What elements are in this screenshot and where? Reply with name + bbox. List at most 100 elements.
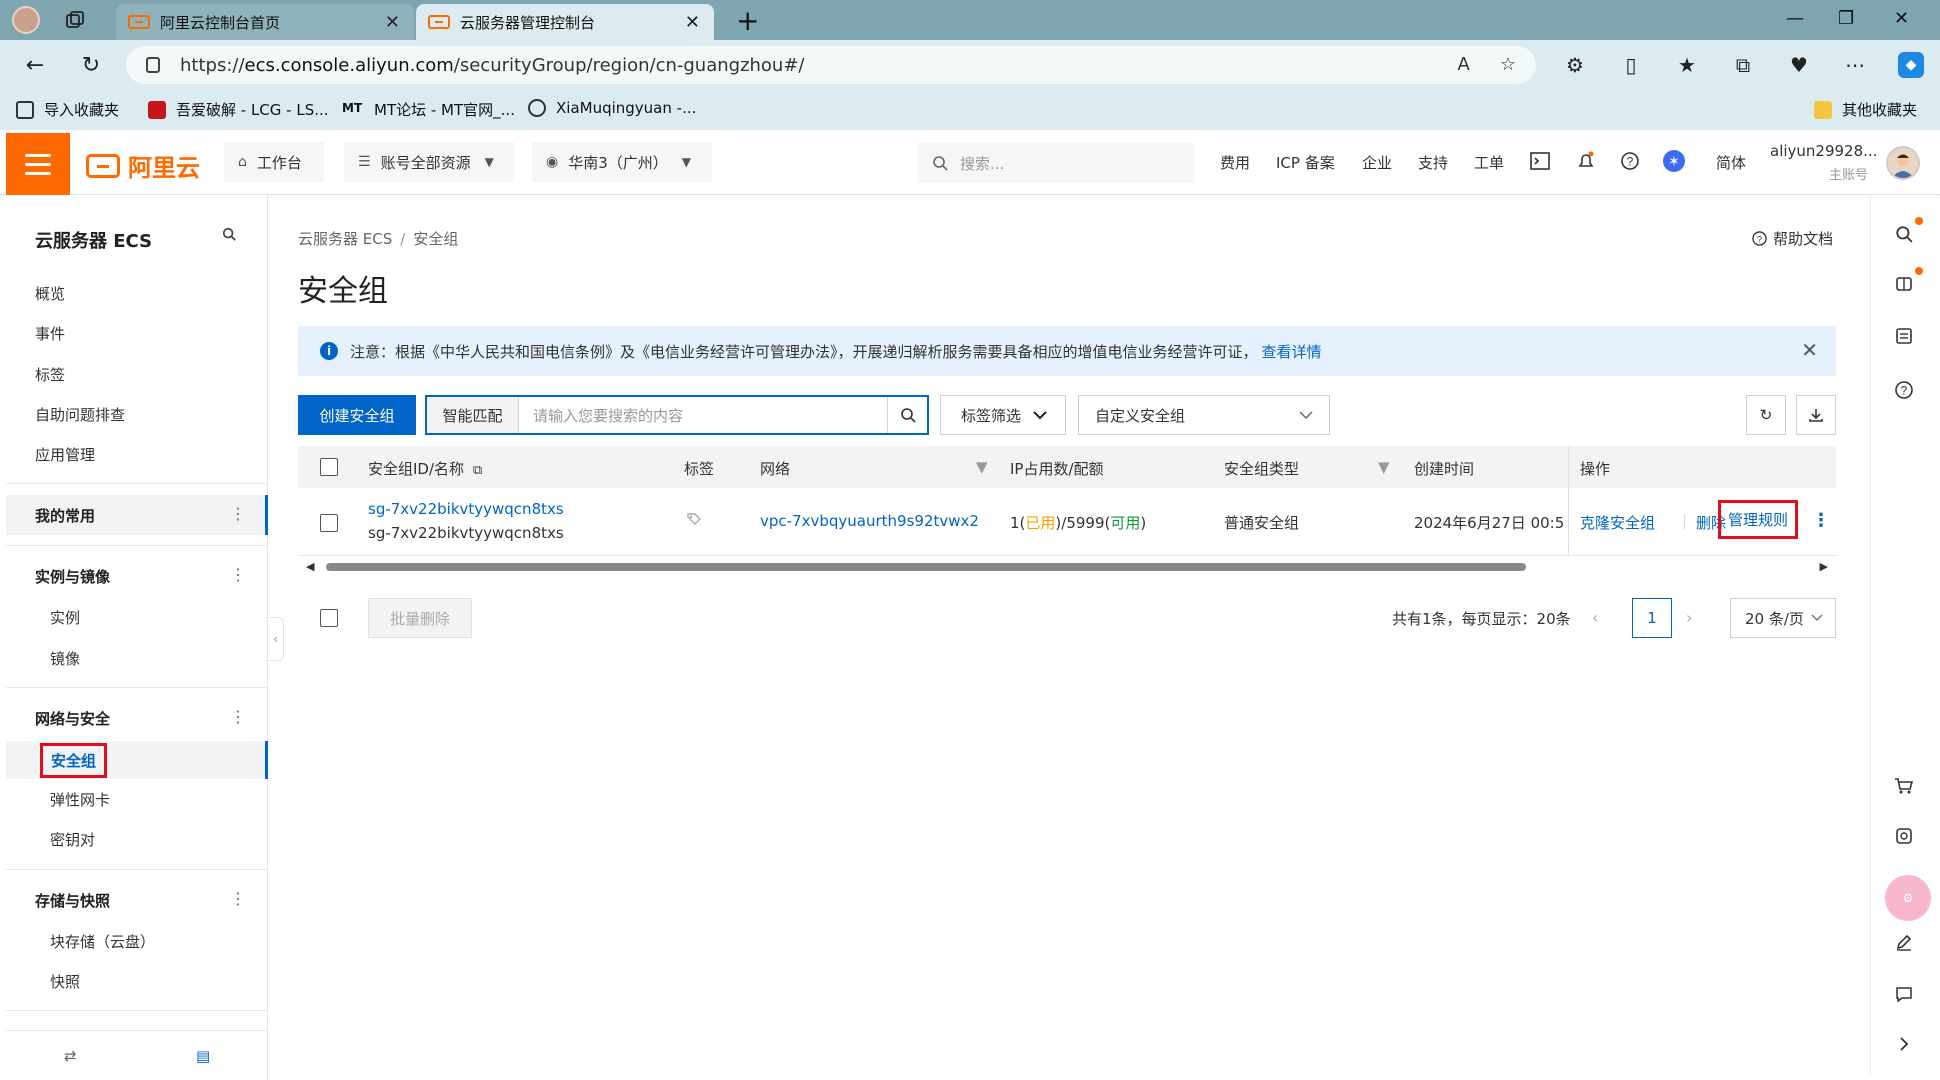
bookmark-import[interactable]: 导入收藏夹 bbox=[16, 99, 119, 120]
menu-icon[interactable] bbox=[6, 133, 70, 195]
sg-id-link[interactable]: sg-7xv22bikvtyywqcn8txs bbox=[368, 500, 564, 518]
read-aloud-icon[interactable]: A bbox=[1458, 54, 1470, 75]
bookmark-other-folder[interactable]: 其他收藏夹 bbox=[1814, 99, 1917, 120]
export-button[interactable] bbox=[1796, 395, 1836, 435]
split-screen-icon[interactable]: ▯ bbox=[1618, 52, 1644, 78]
sidebar-item-tags[interactable]: 标签 bbox=[35, 364, 65, 385]
vpc-link[interactable]: vpc-7xvbqyuaurth9s92tvwx2 bbox=[760, 512, 979, 530]
scroll-right-icon[interactable]: ▶ bbox=[1820, 560, 1828, 573]
message-icon[interactable]: ▤ bbox=[196, 1047, 210, 1065]
topbar-link-support[interactable]: 支持 bbox=[1418, 152, 1448, 173]
rail-feedback-icon[interactable] bbox=[1891, 981, 1917, 1007]
favorite-star-icon[interactable]: ☆ bbox=[1500, 54, 1516, 75]
favorites-icon[interactable]: ★ bbox=[1674, 52, 1700, 78]
more-vertical-icon[interactable]: ⋮ bbox=[230, 565, 246, 584]
rail-list-icon[interactable] bbox=[1891, 323, 1917, 349]
resource-group-dropdown[interactable]: ☰ 账号全部资源 ▼ bbox=[344, 142, 514, 182]
next-page-icon[interactable]: › bbox=[1686, 608, 1692, 627]
sidebar-item-app-management[interactable]: 应用管理 bbox=[35, 444, 95, 465]
switch-icon[interactable]: ⇄ bbox=[64, 1047, 77, 1065]
rail-edit-icon[interactable] bbox=[1891, 929, 1917, 955]
sidebar-item-block-storage[interactable]: 块存储（云盘） bbox=[50, 931, 155, 952]
browser-tab-home[interactable]: 阿里云控制台首页 ✕ bbox=[116, 4, 414, 40]
close-tab-icon[interactable]: ✕ bbox=[685, 12, 700, 33]
prev-page-icon[interactable]: ‹ bbox=[1592, 608, 1598, 627]
search-input[interactable]: 请输入您要搜索的内容 bbox=[519, 397, 887, 433]
profile-avatar[interactable] bbox=[12, 6, 40, 34]
refresh-button[interactable]: ↻ bbox=[1746, 395, 1786, 435]
custom-sg-dropdown[interactable]: 自定义安全组 bbox=[1078, 395, 1330, 435]
help-icon[interactable]: ? bbox=[1618, 149, 1642, 173]
search-icon[interactable] bbox=[887, 397, 927, 433]
copilot-icon[interactable]: ◆ bbox=[1898, 52, 1924, 78]
ai-assistant-icon[interactable]: ✶ bbox=[1662, 149, 1686, 173]
scroll-left-icon[interactable]: ◀ bbox=[306, 560, 314, 573]
browser-tab-ecs[interactable]: 云服务器管理控制台 ✕ bbox=[416, 4, 714, 40]
clone-sg-link[interactable]: 克隆安全组 bbox=[1580, 512, 1655, 533]
manage-rules-link[interactable]: 管理规则 bbox=[1718, 500, 1799, 539]
rail-app-icon[interactable] bbox=[1891, 823, 1917, 849]
more-vertical-icon[interactable]: ⋮ bbox=[230, 504, 246, 523]
aliyun-logo[interactable]: 阿里云 bbox=[86, 148, 200, 183]
region-dropdown[interactable]: ◉ 华南3（广州） ▼ bbox=[532, 142, 712, 182]
more-vertical-icon[interactable]: ⋮ bbox=[230, 707, 246, 726]
sidebar-item-events[interactable]: 事件 bbox=[35, 323, 65, 344]
rail-search-icon[interactable] bbox=[1891, 221, 1917, 247]
sidebar-item-security-group[interactable]: 安全组 bbox=[40, 743, 108, 778]
rail-ai-assistant-icon[interactable]: ⚙ bbox=[1885, 875, 1931, 921]
rail-book-icon[interactable] bbox=[1891, 271, 1917, 297]
sidebar-item-snapshots[interactable]: 快照 bbox=[50, 971, 80, 992]
page-size-select[interactable]: 20 条/页 bbox=[1730, 598, 1836, 638]
restore-icon[interactable]: ❐ bbox=[1838, 8, 1854, 29]
page-number-current[interactable]: 1 bbox=[1632, 598, 1672, 638]
rail-cart-icon[interactable] bbox=[1891, 773, 1917, 799]
help-doc-link[interactable]: ? 帮助文档 bbox=[1752, 228, 1833, 249]
notice-detail-link[interactable]: 查看详情 bbox=[1262, 341, 1322, 362]
copy-icon[interactable]: ⧉ bbox=[473, 463, 482, 478]
filter-icon[interactable]: ▼ bbox=[1378, 458, 1390, 476]
tag-filter-dropdown[interactable]: 标签筛选 bbox=[940, 395, 1066, 435]
extensions-icon[interactable]: ⚙ bbox=[1562, 52, 1588, 78]
close-icon[interactable]: ✕ bbox=[1801, 338, 1818, 362]
filter-icon[interactable]: ▼ bbox=[976, 458, 988, 476]
create-security-group-button[interactable]: 创建安全组 bbox=[298, 395, 416, 435]
topbar-link-ticket[interactable]: 工单 bbox=[1474, 152, 1504, 173]
more-vertical-icon[interactable]: ⋮ bbox=[1812, 510, 1830, 531]
rail-expand-icon[interactable] bbox=[1891, 1031, 1917, 1057]
breadcrumb-ecs[interactable]: 云服务器 ECS bbox=[298, 230, 392, 248]
sidebar-collapse-handle[interactable]: ‹ bbox=[268, 617, 284, 661]
collections-icon[interactable]: ⧉ bbox=[1730, 52, 1756, 78]
notification-bell-icon[interactable] bbox=[1574, 149, 1598, 173]
select-all-checkbox[interactable] bbox=[320, 458, 338, 476]
sidebar-item-instances[interactable]: 实例 bbox=[50, 607, 80, 628]
scrollbar-thumb[interactable] bbox=[326, 563, 1526, 571]
refresh-icon[interactable]: ↻ bbox=[76, 50, 106, 80]
horizontal-scrollbar[interactable]: ◀ ▶ bbox=[298, 560, 1836, 574]
workbench-button[interactable]: ⌂ 工作台 bbox=[224, 142, 324, 182]
back-icon[interactable]: ← bbox=[20, 50, 50, 80]
minimize-icon[interactable]: — bbox=[1786, 8, 1804, 29]
language-switch[interactable]: 简体 bbox=[1716, 152, 1746, 173]
batch-delete-button[interactable]: 批量删除 bbox=[368, 598, 472, 638]
bookmark-xiamuqingyuan[interactable]: XiaMuqingyuan -... bbox=[528, 99, 696, 117]
topbar-link-icp[interactable]: ICP 备案 bbox=[1276, 152, 1335, 173]
user-avatar[interactable] bbox=[1886, 146, 1920, 180]
search-mode-select[interactable]: 智能匹配 bbox=[427, 397, 519, 433]
bookmark-52pojie[interactable]: 吾爱破解 - LCG - LS... bbox=[148, 99, 329, 120]
user-account[interactable]: aliyun29928... 主账号 bbox=[1770, 142, 1877, 183]
sidebar-item-overview[interactable]: 概览 bbox=[35, 283, 65, 304]
topbar-link-billing[interactable]: 费用 bbox=[1220, 152, 1250, 173]
footer-select-all-checkbox[interactable] bbox=[320, 609, 338, 627]
terminal-icon[interactable] bbox=[1528, 149, 1552, 173]
sidebar-search-icon[interactable] bbox=[222, 227, 236, 241]
topbar-link-enterprise[interactable]: 企业 bbox=[1362, 152, 1392, 173]
rail-help-icon[interactable]: ? bbox=[1891, 377, 1917, 403]
more-vertical-icon[interactable]: ⋮ bbox=[230, 889, 246, 908]
url-input[interactable]: https://ecs.console.aliyun.com/securityG… bbox=[126, 46, 1536, 84]
tag-icon[interactable] bbox=[686, 512, 702, 528]
workspaces-icon[interactable] bbox=[64, 9, 86, 31]
window-close-icon[interactable]: ✕ bbox=[1894, 8, 1909, 29]
close-tab-icon[interactable]: ✕ bbox=[385, 12, 400, 33]
new-tab-icon[interactable]: + bbox=[736, 4, 759, 37]
more-menu-icon[interactable]: ⋯ bbox=[1842, 52, 1868, 78]
